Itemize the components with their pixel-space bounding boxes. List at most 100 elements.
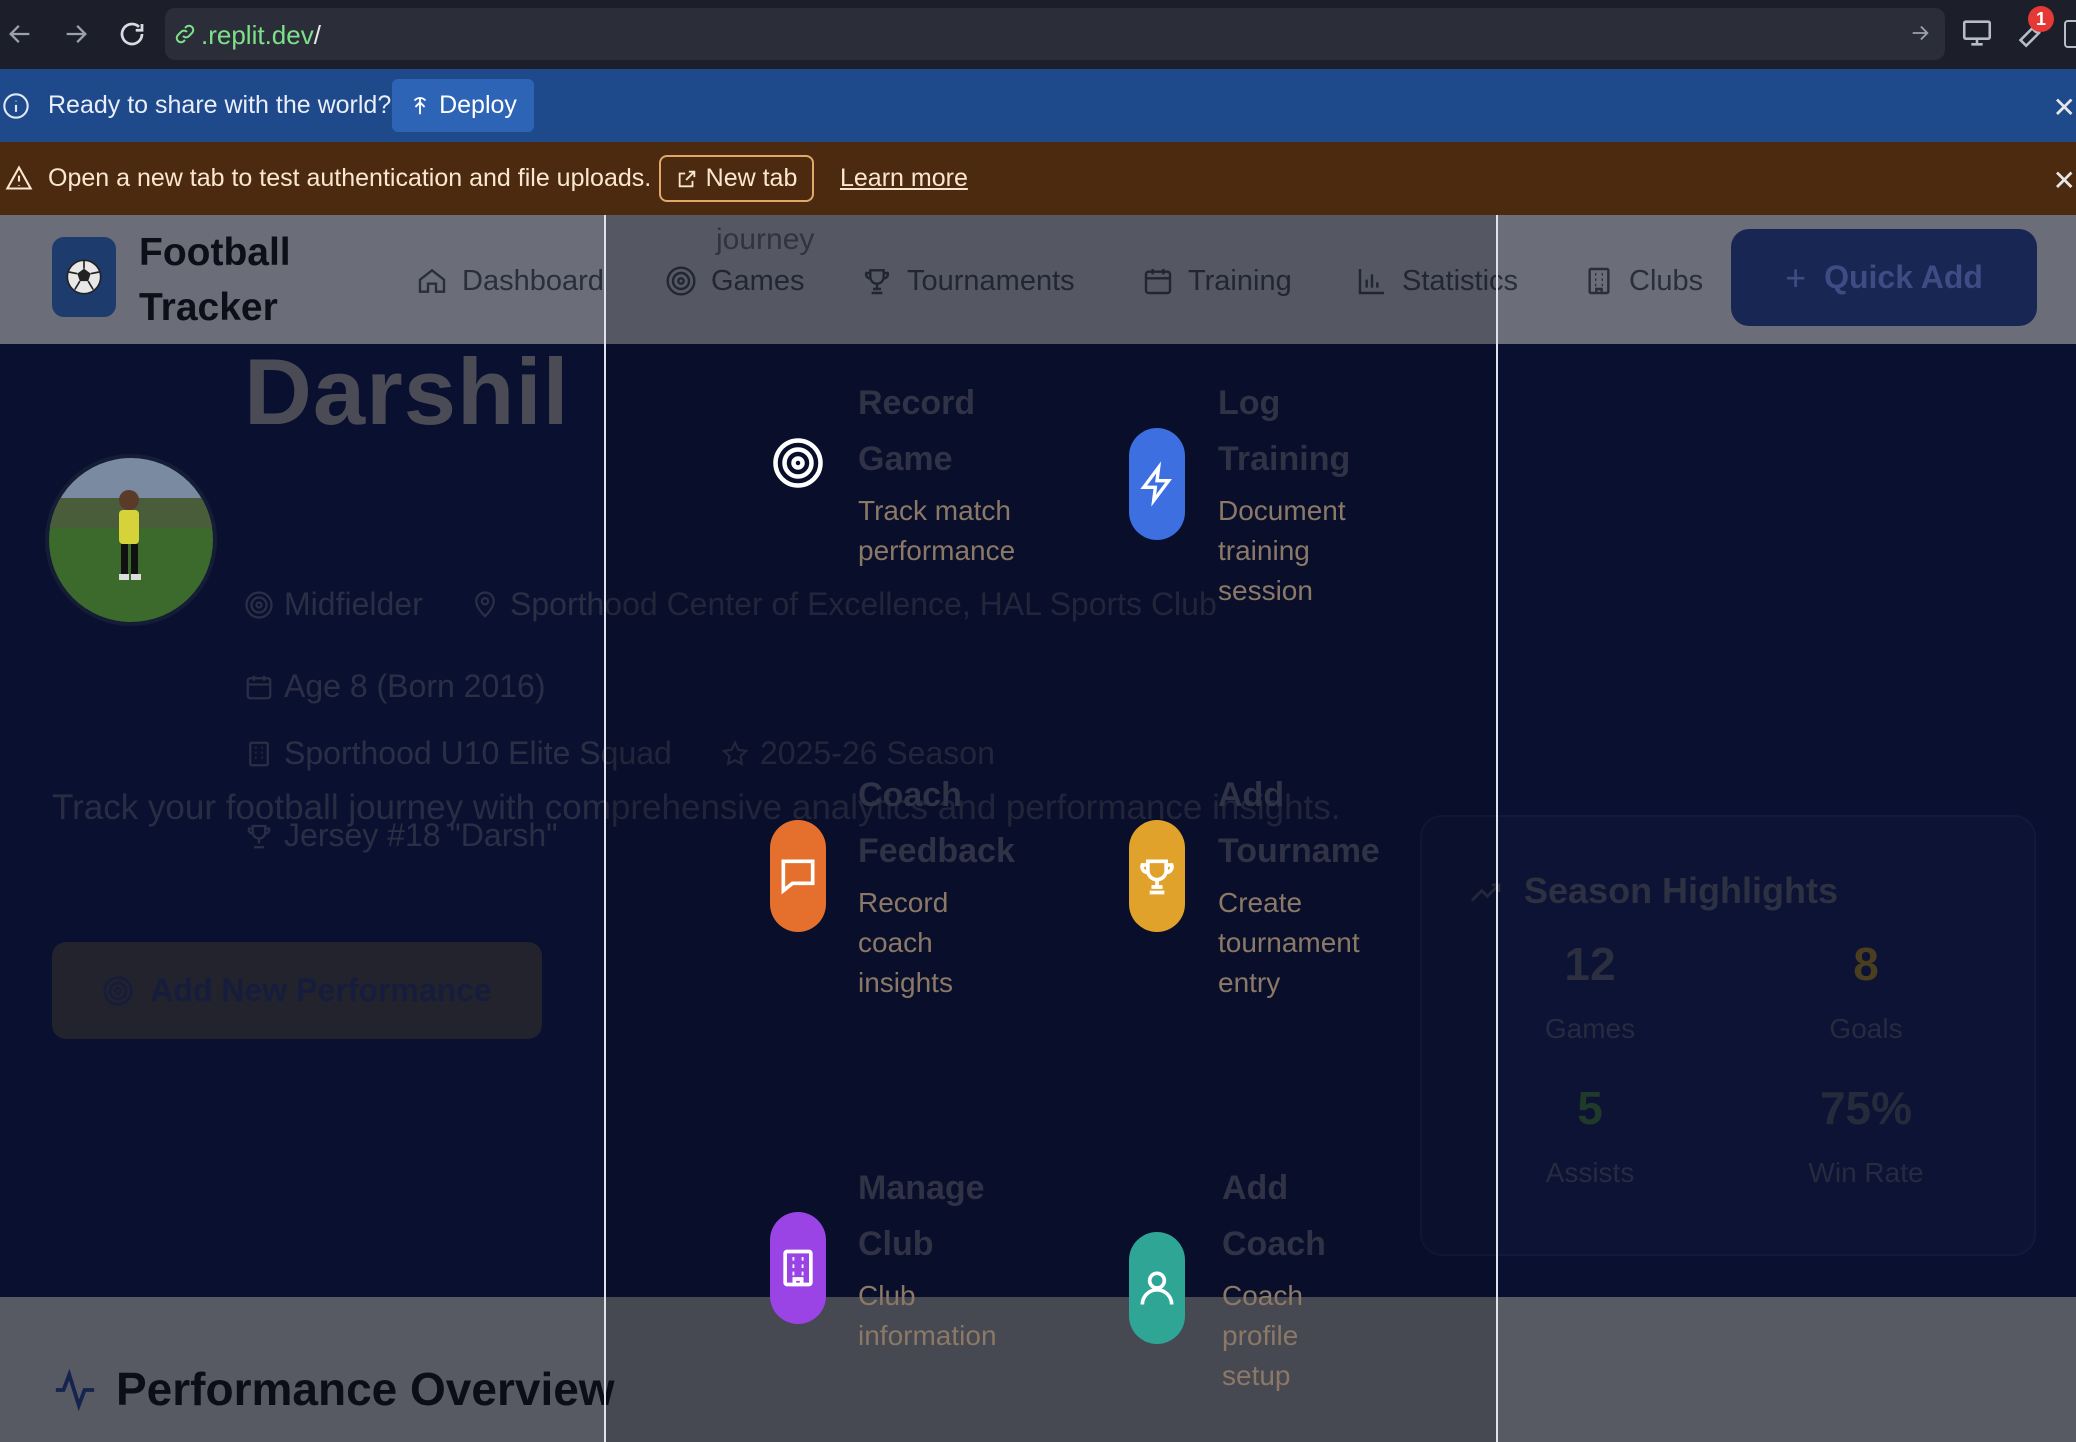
quick-add-menu: Record Game Track match performance Log … (604, 215, 1498, 1442)
record-game-title-2: Game (858, 440, 953, 478)
home-icon (418, 268, 446, 293)
brand-line-2: Tracker (139, 286, 278, 329)
warning-icon (4, 164, 34, 192)
learn-more-link[interactable]: Learn more (840, 164, 968, 193)
log-training-title-1: Log (1218, 384, 1281, 422)
avatar[interactable] (45, 454, 217, 626)
building-icon (1588, 267, 1610, 295)
stat-assists-label: Assists (1545, 1157, 1635, 1188)
player-name: Darshil (244, 339, 570, 444)
wrench-icon[interactable]: 1 (2012, 6, 2054, 50)
position-meta: Midfielder (244, 586, 423, 623)
stat-winrate-label: Win Rate (1808, 1157, 1924, 1188)
quick-add-record-game[interactable]: Record Game Track match performance (606, 375, 1046, 625)
url-text: .replit.dev/ (201, 20, 321, 50)
auth-message: Open a new tab to test authentication an… (48, 164, 652, 192)
trophy-icon (1129, 820, 1185, 932)
tournament-desc-3: entry (1218, 967, 1281, 998)
stat-winrate-value: 75% (1819, 1082, 1913, 1134)
building-icon (770, 1212, 826, 1324)
add-coach-title-2: Coach (1222, 1225, 1326, 1263)
panel-icon[interactable] (2064, 20, 2076, 48)
info-icon (2, 92, 30, 120)
devices-icon[interactable] (1960, 16, 1994, 50)
manage-club-title-2: Club (858, 1225, 934, 1263)
back-icon[interactable] (0, 14, 40, 54)
quick-add-label: Quick Add (1824, 259, 1983, 295)
tournament-desc-2: tournament (1218, 927, 1360, 958)
nav-clubs[interactable]: Clubs (1583, 261, 1703, 301)
nav-clubs-label: Clubs (1629, 264, 1704, 297)
coach-feedback-desc-1: Record (858, 887, 949, 918)
add-performance-button[interactable]: Add New Performance (52, 942, 542, 1039)
manage-club-title-1: Manage (858, 1169, 985, 1207)
coach-feedback-desc-2: coach (858, 927, 933, 958)
link-icon (173, 22, 197, 46)
calendar-icon (246, 675, 272, 699)
deploy-banner: Ready to share with the world? Deploy ✕ (0, 69, 2076, 142)
close-icon[interactable]: ✕ (2053, 164, 2076, 197)
stat-goals-label: Goals (1829, 1013, 1903, 1044)
stat-games-label: Games (1544, 1013, 1636, 1044)
log-training-title-2: Training (1218, 440, 1351, 478)
plus-icon: + (1785, 256, 1807, 298)
coach-feedback-desc-3: insights (858, 967, 953, 998)
quick-add-log-training[interactable]: Log Training Document training session (1046, 375, 1486, 625)
coach-feedback-title-2: Feedback (858, 832, 1015, 870)
nav-dashboard-label: Dashboard (462, 264, 604, 297)
soccer-ball-icon[interactable] (52, 237, 116, 317)
activity-icon (52, 1367, 98, 1413)
log-training-desc-2: training (1218, 535, 1310, 566)
stat-goals-value: 8 (1853, 938, 1879, 990)
new-tab-label: New tab (705, 164, 798, 192)
user-icon (1129, 1232, 1185, 1344)
building-icon (249, 741, 269, 766)
deploy-message: Ready to share with the world? (48, 91, 392, 119)
coach-feedback-title-1: Coach (858, 776, 962, 814)
age-text: Age 8 (Born 2016) (284, 668, 546, 704)
stat-assists-value: 5 (1577, 1082, 1603, 1134)
forward-icon[interactable] (56, 14, 96, 54)
address-bar[interactable]: .replit.dev/ (165, 8, 1945, 60)
tournament-title-1: Add (1218, 776, 1285, 814)
manage-club-desc-1: Club (858, 1280, 916, 1311)
log-training-desc-3: session (1218, 575, 1313, 606)
close-icon[interactable]: ✕ (2053, 91, 2076, 124)
message-icon (770, 820, 826, 932)
map-pin-icon (475, 590, 495, 618)
stat-games-value: 12 (1564, 938, 1616, 990)
quick-add-tournament[interactable]: Add Tourname Create tournament entry (1046, 767, 1486, 1017)
quick-add-button[interactable]: + Quick Add (1731, 229, 2037, 326)
reload-icon[interactable] (112, 14, 152, 54)
record-game-desc-2: performance (858, 535, 1016, 566)
add-coach-title-1: Add (1222, 1169, 1289, 1207)
new-tab-button[interactable]: New tab (659, 155, 814, 202)
deploy-icon (413, 96, 427, 114)
position-text: Midfielder (284, 586, 423, 622)
deploy-button[interactable]: Deploy (392, 79, 534, 132)
external-link-icon (678, 170, 695, 187)
quick-add-manage-club[interactable]: Manage Club Club information (606, 1160, 1046, 1442)
add-coach-desc-2: profile (1222, 1320, 1299, 1351)
log-training-desc-1: Document (1218, 495, 1346, 526)
performance-title: Performance Overview (116, 1363, 615, 1415)
target-icon (103, 975, 133, 1006)
auth-banner: Open a new tab to test authentication an… (0, 142, 2076, 215)
add-coach-desc-1: Coach (1222, 1280, 1303, 1311)
tournament-desc-1: Create (1218, 887, 1303, 918)
brand-line-1: Football (139, 231, 291, 274)
notification-badge: 1 (2028, 6, 2054, 32)
target-icon (245, 590, 273, 619)
record-game-title-1: Record (858, 384, 976, 422)
age-meta: Age 8 (Born 2016) (244, 668, 546, 705)
quick-add-coach[interactable]: Add Coach Coach profile setup (1046, 1160, 1486, 1442)
quick-add-coach-feedback[interactable]: Coach Feedback Record coach insights (606, 767, 1046, 1017)
season-highlights-title: Season Highlights (1524, 870, 1839, 911)
record-game-desc-1: Track match (858, 495, 1011, 526)
tournament-title-2: Tourname (1218, 832, 1380, 870)
brand-title[interactable]: Football Tracker (139, 225, 329, 335)
add-coach-desc-3: setup (1222, 1360, 1291, 1391)
go-arrow-icon[interactable] (1909, 22, 1931, 44)
manage-club-desc-2: information (858, 1320, 997, 1351)
nav-dashboard[interactable]: Dashboard (416, 261, 604, 301)
